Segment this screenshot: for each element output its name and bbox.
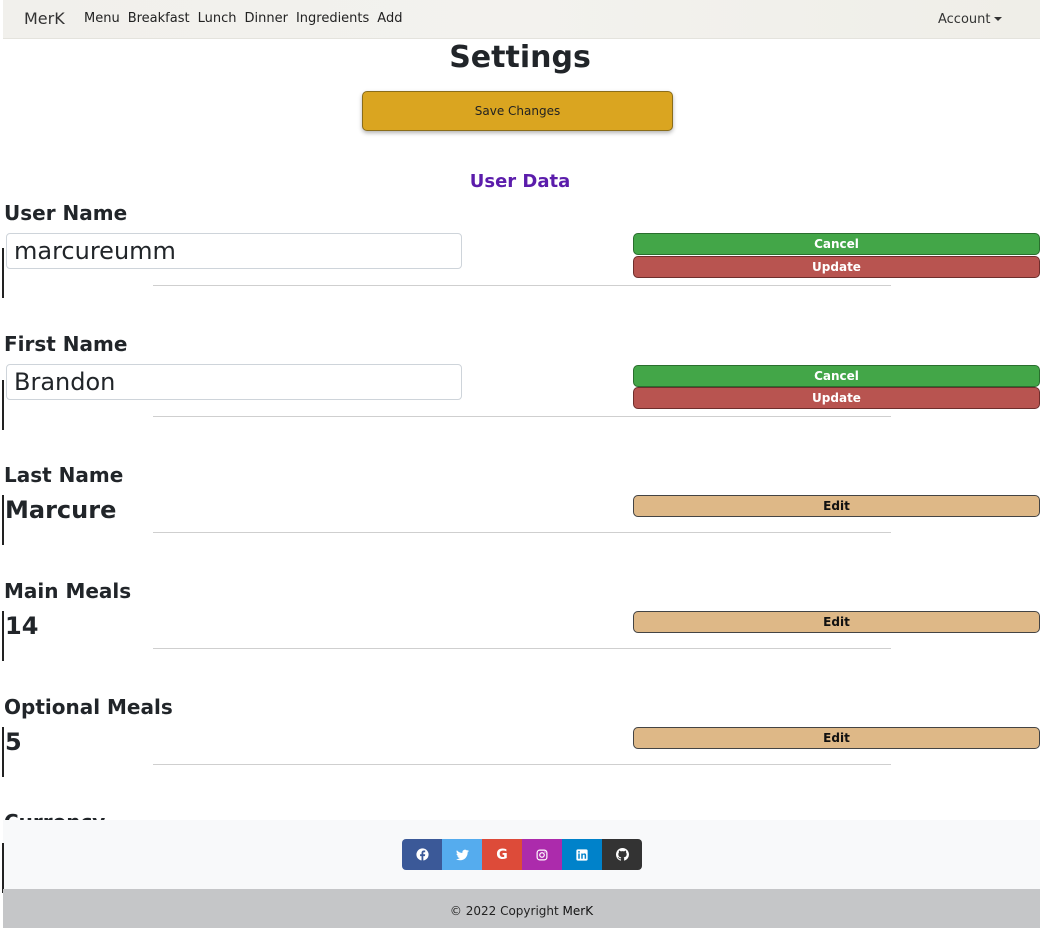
username-label: User Name bbox=[4, 201, 128, 225]
section-title: User Data bbox=[469, 171, 571, 192]
first-name-label: First Name bbox=[4, 332, 128, 356]
field-marker bbox=[2, 380, 4, 430]
main-meals-edit-button[interactable]: Edit bbox=[633, 611, 1040, 633]
footer-copyright-bar: © 2022 Copyright MerK bbox=[3, 889, 1040, 928]
first-name-input[interactable] bbox=[6, 364, 462, 400]
optional-meals-edit-button[interactable]: Edit bbox=[633, 727, 1040, 749]
divider bbox=[153, 416, 891, 417]
copyright-prefix: © 2022 Copyright bbox=[449, 904, 563, 918]
divider bbox=[153, 532, 891, 533]
last-name-edit-button[interactable]: Edit bbox=[633, 495, 1040, 517]
divider bbox=[153, 648, 891, 649]
divider bbox=[153, 764, 891, 765]
nav-links: Menu Breakfast Lunch Dinner Ingredients … bbox=[84, 11, 402, 26]
social-links: G bbox=[402, 839, 642, 870]
instagram-icon bbox=[536, 849, 548, 860]
main-meals-label: Main Meals bbox=[4, 579, 132, 603]
twitter-button[interactable] bbox=[442, 839, 482, 870]
linkedin-icon bbox=[576, 848, 588, 861]
save-changes-button[interactable]: Save Changes bbox=[362, 91, 673, 131]
page-title: Settings bbox=[449, 40, 591, 75]
navbar: MerK Menu Breakfast Lunch Dinner Ingredi… bbox=[3, 0, 1040, 39]
account-label: Account bbox=[938, 12, 991, 27]
google-icon: G bbox=[496, 846, 508, 863]
main-meals-value: 14 bbox=[5, 612, 39, 640]
github-icon bbox=[615, 848, 629, 861]
brand-link[interactable]: MerK bbox=[24, 9, 65, 28]
first-name-cancel-button[interactable]: Cancel bbox=[633, 365, 1040, 387]
nav-link-breakfast[interactable]: Breakfast bbox=[128, 11, 190, 26]
divider bbox=[153, 285, 891, 286]
twitter-icon bbox=[455, 849, 469, 860]
first-name-update-button[interactable]: Update bbox=[633, 387, 1040, 409]
field-marker bbox=[2, 248, 4, 298]
linkedin-button[interactable] bbox=[562, 839, 602, 870]
account-dropdown[interactable]: Account bbox=[938, 12, 1002, 27]
last-name-value: Marcure bbox=[5, 496, 117, 524]
username-update-button[interactable]: Update bbox=[633, 256, 1040, 278]
nav-link-dinner[interactable]: Dinner bbox=[244, 11, 287, 26]
github-button[interactable] bbox=[602, 839, 642, 870]
username-cancel-button[interactable]: Cancel bbox=[633, 233, 1040, 255]
google-button[interactable]: G bbox=[482, 839, 522, 870]
nav-link-add[interactable]: Add bbox=[377, 11, 402, 26]
optional-meals-value: 5 bbox=[5, 728, 22, 756]
field-marker bbox=[2, 495, 4, 545]
optional-meals-label: Optional Meals bbox=[4, 695, 173, 719]
nav-link-ingredients[interactable]: Ingredients bbox=[296, 11, 369, 26]
field-marker bbox=[2, 727, 4, 777]
last-name-label: Last Name bbox=[4, 463, 124, 487]
caret-down-icon bbox=[993, 17, 1002, 21]
copyright-brand-link[interactable]: MerK bbox=[563, 904, 594, 918]
instagram-button[interactable] bbox=[522, 839, 562, 870]
nav-link-menu[interactable]: Menu bbox=[84, 11, 120, 26]
copyright-text: © 2022 Copyright MerK bbox=[3, 904, 1040, 918]
facebook-icon bbox=[415, 848, 429, 861]
field-marker bbox=[2, 843, 4, 893]
username-input[interactable] bbox=[6, 233, 462, 269]
field-marker bbox=[2, 611, 4, 661]
facebook-button[interactable] bbox=[402, 839, 442, 870]
nav-link-lunch[interactable]: Lunch bbox=[198, 11, 237, 26]
